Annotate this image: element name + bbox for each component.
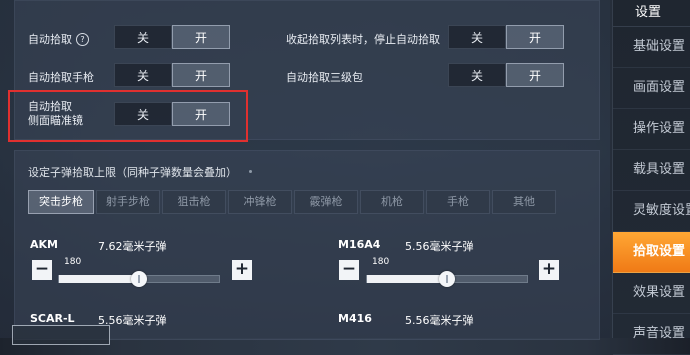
sidebar-item-controls[interactable]: 操作设置 bbox=[613, 109, 690, 150]
slider-knob[interactable] bbox=[131, 271, 147, 287]
auto-pickup-toggle: 关 开 bbox=[114, 25, 230, 49]
slider-fill bbox=[59, 275, 140, 283]
increase-button[interactable]: + bbox=[232, 260, 252, 280]
tab-marksman-rifle[interactable]: 射手步枪 bbox=[96, 190, 160, 214]
auto-pickup-pistol-on-button[interactable]: 开 bbox=[172, 63, 230, 87]
stop-on-collapse-off-button[interactable]: 关 bbox=[448, 25, 506, 49]
settings-sidebar: 设置 基础设置 画面设置 操作设置 载具设置 灵敏度设置 拾取设置 效果设置 声… bbox=[612, 0, 690, 355]
stop-on-collapse-label: 收起拾取列表时，停止自动拾取 bbox=[286, 33, 440, 46]
auto-pickup-lvl3-bag-label: 自动拾取三级包 bbox=[286, 71, 363, 84]
tab-pistol[interactable]: 手枪 bbox=[426, 190, 490, 214]
weapon-category-tabs: 突击步枪 射手步枪 狙击枪 冲锋枪 霰弹枪 机枪 手枪 其他 bbox=[28, 190, 558, 214]
gun-name: M16A4 bbox=[338, 238, 381, 251]
tab-shotgun[interactable]: 霰弹枪 bbox=[294, 190, 358, 214]
decrease-button[interactable]: − bbox=[32, 260, 52, 280]
gun-name: M416 bbox=[338, 312, 372, 325]
gun-ammo-type: 5.56毫米子弹 bbox=[405, 314, 474, 327]
auto-pickup-lvl3-bag-toggle: 关 开 bbox=[448, 63, 564, 87]
sidebar-item-vehicle[interactable]: 载具设置 bbox=[613, 150, 690, 191]
auto-pickup-lvl3-bag-off-button[interactable]: 关 bbox=[448, 63, 506, 87]
stop-on-collapse-toggle: 关 开 bbox=[448, 25, 564, 49]
decrease-button[interactable]: − bbox=[339, 260, 359, 280]
slider-value: 180 bbox=[64, 257, 82, 267]
auto-pickup-lvl3-bag-on-button[interactable]: 开 bbox=[506, 63, 564, 87]
help-icon[interactable]: ? bbox=[76, 33, 89, 46]
sidebar-header: 设置 bbox=[613, 0, 690, 27]
highlight-box bbox=[8, 90, 248, 142]
gun-name: AKM bbox=[30, 238, 58, 251]
slider-fill bbox=[367, 275, 448, 283]
auto-pickup-pistol-label: 自动拾取手枪 bbox=[28, 71, 94, 84]
tab-smg[interactable]: 冲锋枪 bbox=[228, 190, 292, 214]
auto-pickup-pistol-off-button[interactable]: 关 bbox=[114, 63, 172, 87]
sidebar-item-sensitivity[interactable]: 灵敏度设置 bbox=[613, 191, 690, 232]
auto-pickup-label: 自动拾取? bbox=[28, 31, 89, 47]
sidebar-item-graphics[interactable]: 画面设置 bbox=[613, 68, 690, 109]
sidebar-item-sound[interactable]: 声音设置 bbox=[613, 314, 690, 355]
slider-value: 180 bbox=[372, 257, 390, 267]
auto-pickup-pistol-toggle: 关 开 bbox=[114, 63, 230, 87]
slider-knob[interactable] bbox=[439, 271, 455, 287]
gun-ammo-type: 7.62毫米子弹 bbox=[98, 240, 167, 253]
sidebar-item-effects[interactable]: 效果设置 bbox=[613, 273, 690, 314]
sidebar-item-pickup[interactable]: 拾取设置 bbox=[613, 232, 690, 273]
increase-button[interactable]: + bbox=[539, 260, 559, 280]
stop-on-collapse-on-button[interactable]: 开 bbox=[506, 25, 564, 49]
tab-machine-gun[interactable]: 机枪 bbox=[360, 190, 424, 214]
gun-name: SCAR-L bbox=[30, 312, 75, 325]
ammo-limit-title: 设定子弹拾取上限（同种子弹数量会叠加） bbox=[28, 164, 252, 180]
tab-other[interactable]: 其他 bbox=[492, 190, 556, 214]
tab-assault-rifle[interactable]: 突击步枪 bbox=[28, 190, 94, 214]
tab-sniper-rifle[interactable]: 狙击枪 bbox=[162, 190, 226, 214]
auto-pickup-off-button[interactable]: 关 bbox=[114, 25, 172, 49]
auto-pickup-on-button[interactable]: 开 bbox=[172, 25, 230, 49]
sidebar-item-basic[interactable]: 基础设置 bbox=[613, 27, 690, 68]
gun-ammo-type: 5.56毫米子弹 bbox=[405, 240, 474, 253]
reset-button[interactable] bbox=[12, 325, 110, 345]
